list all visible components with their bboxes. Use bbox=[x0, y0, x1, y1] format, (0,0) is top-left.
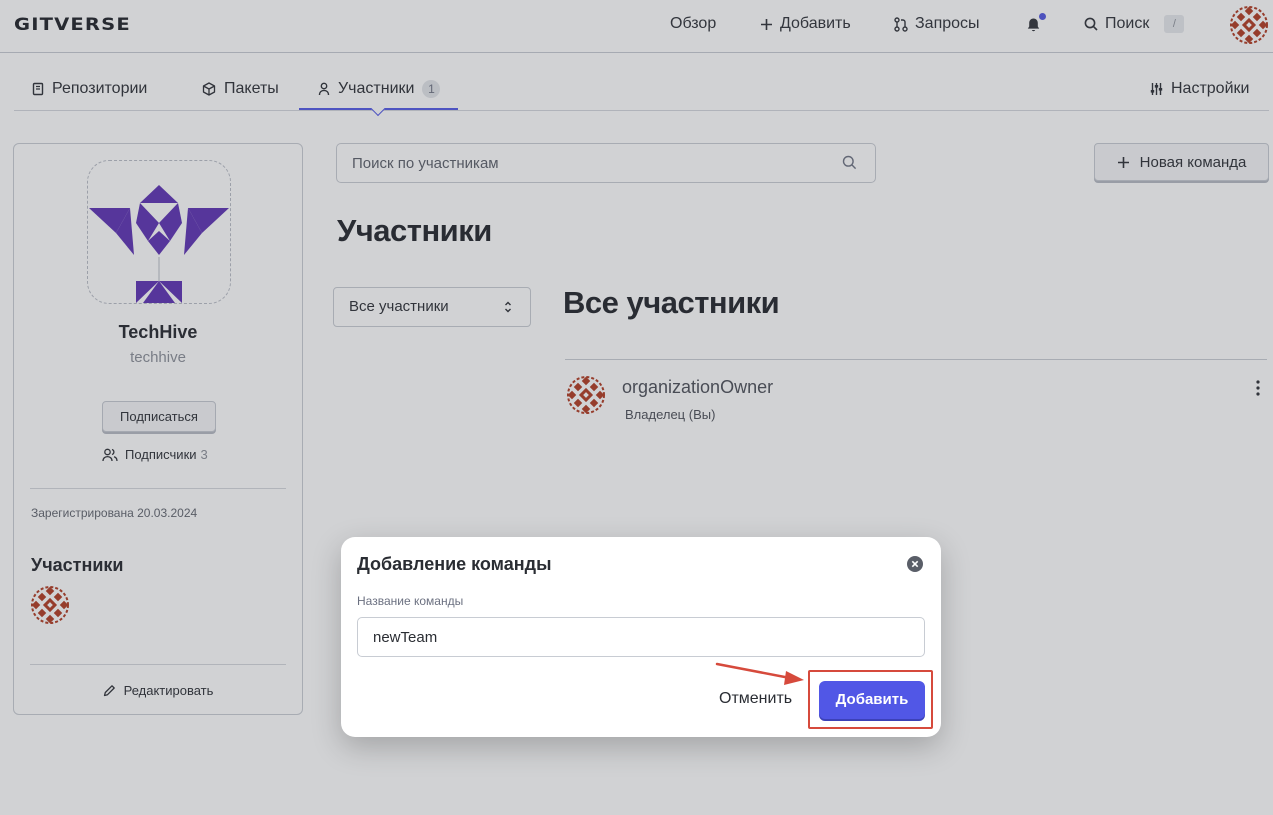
team-name-label: Название команды bbox=[357, 594, 464, 608]
annotation-arrow bbox=[715, 662, 804, 685]
highlight-box bbox=[808, 670, 933, 729]
modal-title: Добавление команды bbox=[357, 554, 552, 574]
team-name-input[interactable] bbox=[357, 617, 925, 657]
close-icon[interactable] bbox=[906, 555, 924, 573]
cancel-button[interactable]: Отменить bbox=[719, 690, 792, 708]
